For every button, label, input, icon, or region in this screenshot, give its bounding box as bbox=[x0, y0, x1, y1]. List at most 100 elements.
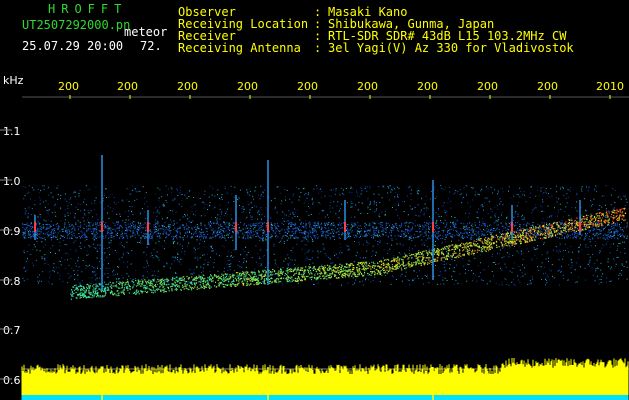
band-dot bbox=[364, 234, 366, 236]
noise-dot bbox=[288, 210, 290, 212]
band-dot bbox=[203, 235, 205, 237]
noise-dot bbox=[425, 239, 427, 241]
noise-dot bbox=[143, 278, 145, 279]
noise-dot bbox=[257, 253, 259, 255]
noise-dot bbox=[501, 212, 503, 214]
noise-dot bbox=[204, 190, 206, 192]
band-dot bbox=[305, 231, 307, 233]
noise-dot bbox=[467, 270, 469, 272]
noise-dot bbox=[265, 266, 267, 268]
trend-dot bbox=[356, 267, 358, 269]
noise-dot bbox=[126, 273, 128, 275]
trend-dot bbox=[522, 232, 524, 235]
band-dot bbox=[150, 233, 152, 235]
band-dot bbox=[238, 227, 240, 229]
noise-dot bbox=[389, 232, 390, 234]
band-dot bbox=[611, 237, 613, 239]
noise-dot bbox=[113, 238, 115, 240]
noise-dot bbox=[421, 244, 423, 246]
noise-dot bbox=[404, 252, 406, 254]
noise-dot bbox=[159, 189, 161, 191]
noise-dot bbox=[254, 190, 256, 192]
noise-dot bbox=[462, 198, 463, 200]
noise-dot bbox=[623, 241, 625, 243]
noise-dot bbox=[169, 230, 171, 232]
noise-dot bbox=[24, 186, 26, 188]
noise-dot bbox=[476, 238, 478, 240]
noise-dot bbox=[293, 263, 295, 265]
band-dot bbox=[256, 233, 258, 235]
trend-dot bbox=[182, 284, 184, 286]
noise-dot bbox=[217, 195, 219, 197]
noise-dot bbox=[213, 207, 215, 209]
noise-dot bbox=[578, 252, 580, 254]
band-dot bbox=[352, 226, 354, 228]
band-dot bbox=[445, 234, 447, 236]
noise-dot bbox=[119, 243, 121, 245]
noise-dot bbox=[541, 279, 543, 280]
band-dot bbox=[217, 222, 219, 224]
noise-dot bbox=[372, 250, 374, 252]
band-dot bbox=[259, 229, 261, 231]
band-dot bbox=[373, 231, 375, 233]
trend-dot bbox=[174, 289, 176, 291]
band-dot bbox=[221, 236, 223, 238]
band-dot bbox=[133, 228, 135, 229]
noise-dot bbox=[447, 198, 449, 200]
noise-dot bbox=[75, 262, 77, 264]
noise-dot bbox=[290, 259, 292, 260]
noise-dot bbox=[148, 265, 149, 267]
band-dot bbox=[426, 222, 428, 224]
noise-dot bbox=[59, 278, 61, 280]
band-dot bbox=[262, 235, 264, 237]
band-dot bbox=[265, 237, 267, 239]
noise-dot bbox=[546, 274, 548, 276]
band-dot bbox=[237, 224, 239, 225]
band-dot bbox=[107, 226, 109, 228]
noise-dot bbox=[150, 252, 152, 254]
noise-dot bbox=[489, 280, 491, 282]
noise-dot bbox=[513, 195, 515, 197]
noise-dot bbox=[286, 239, 288, 241]
band-dot bbox=[191, 236, 193, 238]
band-dot bbox=[68, 222, 70, 224]
noise-dot bbox=[502, 191, 504, 193]
noise-dot bbox=[44, 259, 46, 261]
noise-dot bbox=[501, 284, 503, 286]
noise-dot bbox=[219, 216, 221, 217]
band-dot bbox=[168, 226, 170, 228]
noise-dot bbox=[515, 211, 517, 213]
trend-dot bbox=[79, 297, 81, 299]
noise-dot bbox=[106, 248, 108, 249]
noise-dot bbox=[318, 213, 320, 214]
band-dot bbox=[134, 224, 136, 226]
noise-dot bbox=[400, 275, 402, 277]
noise-dot bbox=[359, 257, 361, 259]
band-dot bbox=[39, 231, 41, 233]
band-dot bbox=[23, 228, 25, 230]
noise-dot bbox=[305, 220, 307, 222]
noise-dot bbox=[186, 197, 188, 199]
noise-dot bbox=[447, 228, 449, 230]
noise-dot bbox=[273, 253, 275, 255]
noise-dot bbox=[517, 240, 519, 242]
band-dot bbox=[105, 234, 107, 236]
noise-dot bbox=[369, 185, 370, 187]
band-dot bbox=[64, 226, 65, 228]
noise-dot bbox=[521, 228, 522, 230]
band-dot bbox=[419, 228, 421, 230]
noise-dot bbox=[564, 211, 566, 213]
noise-dot bbox=[176, 243, 178, 245]
noise-dot bbox=[306, 251, 308, 253]
noise-dot bbox=[558, 259, 560, 261]
noise-dot bbox=[294, 208, 296, 210]
band-dot bbox=[266, 234, 268, 235]
noise-dot bbox=[366, 240, 368, 242]
noise-dot bbox=[251, 216, 253, 218]
band-dot bbox=[292, 228, 294, 230]
noise-dot bbox=[417, 193, 419, 195]
noise-dot bbox=[389, 185, 391, 187]
noise-dot bbox=[410, 193, 412, 195]
band-dot bbox=[619, 227, 621, 229]
band-dot bbox=[219, 225, 221, 227]
